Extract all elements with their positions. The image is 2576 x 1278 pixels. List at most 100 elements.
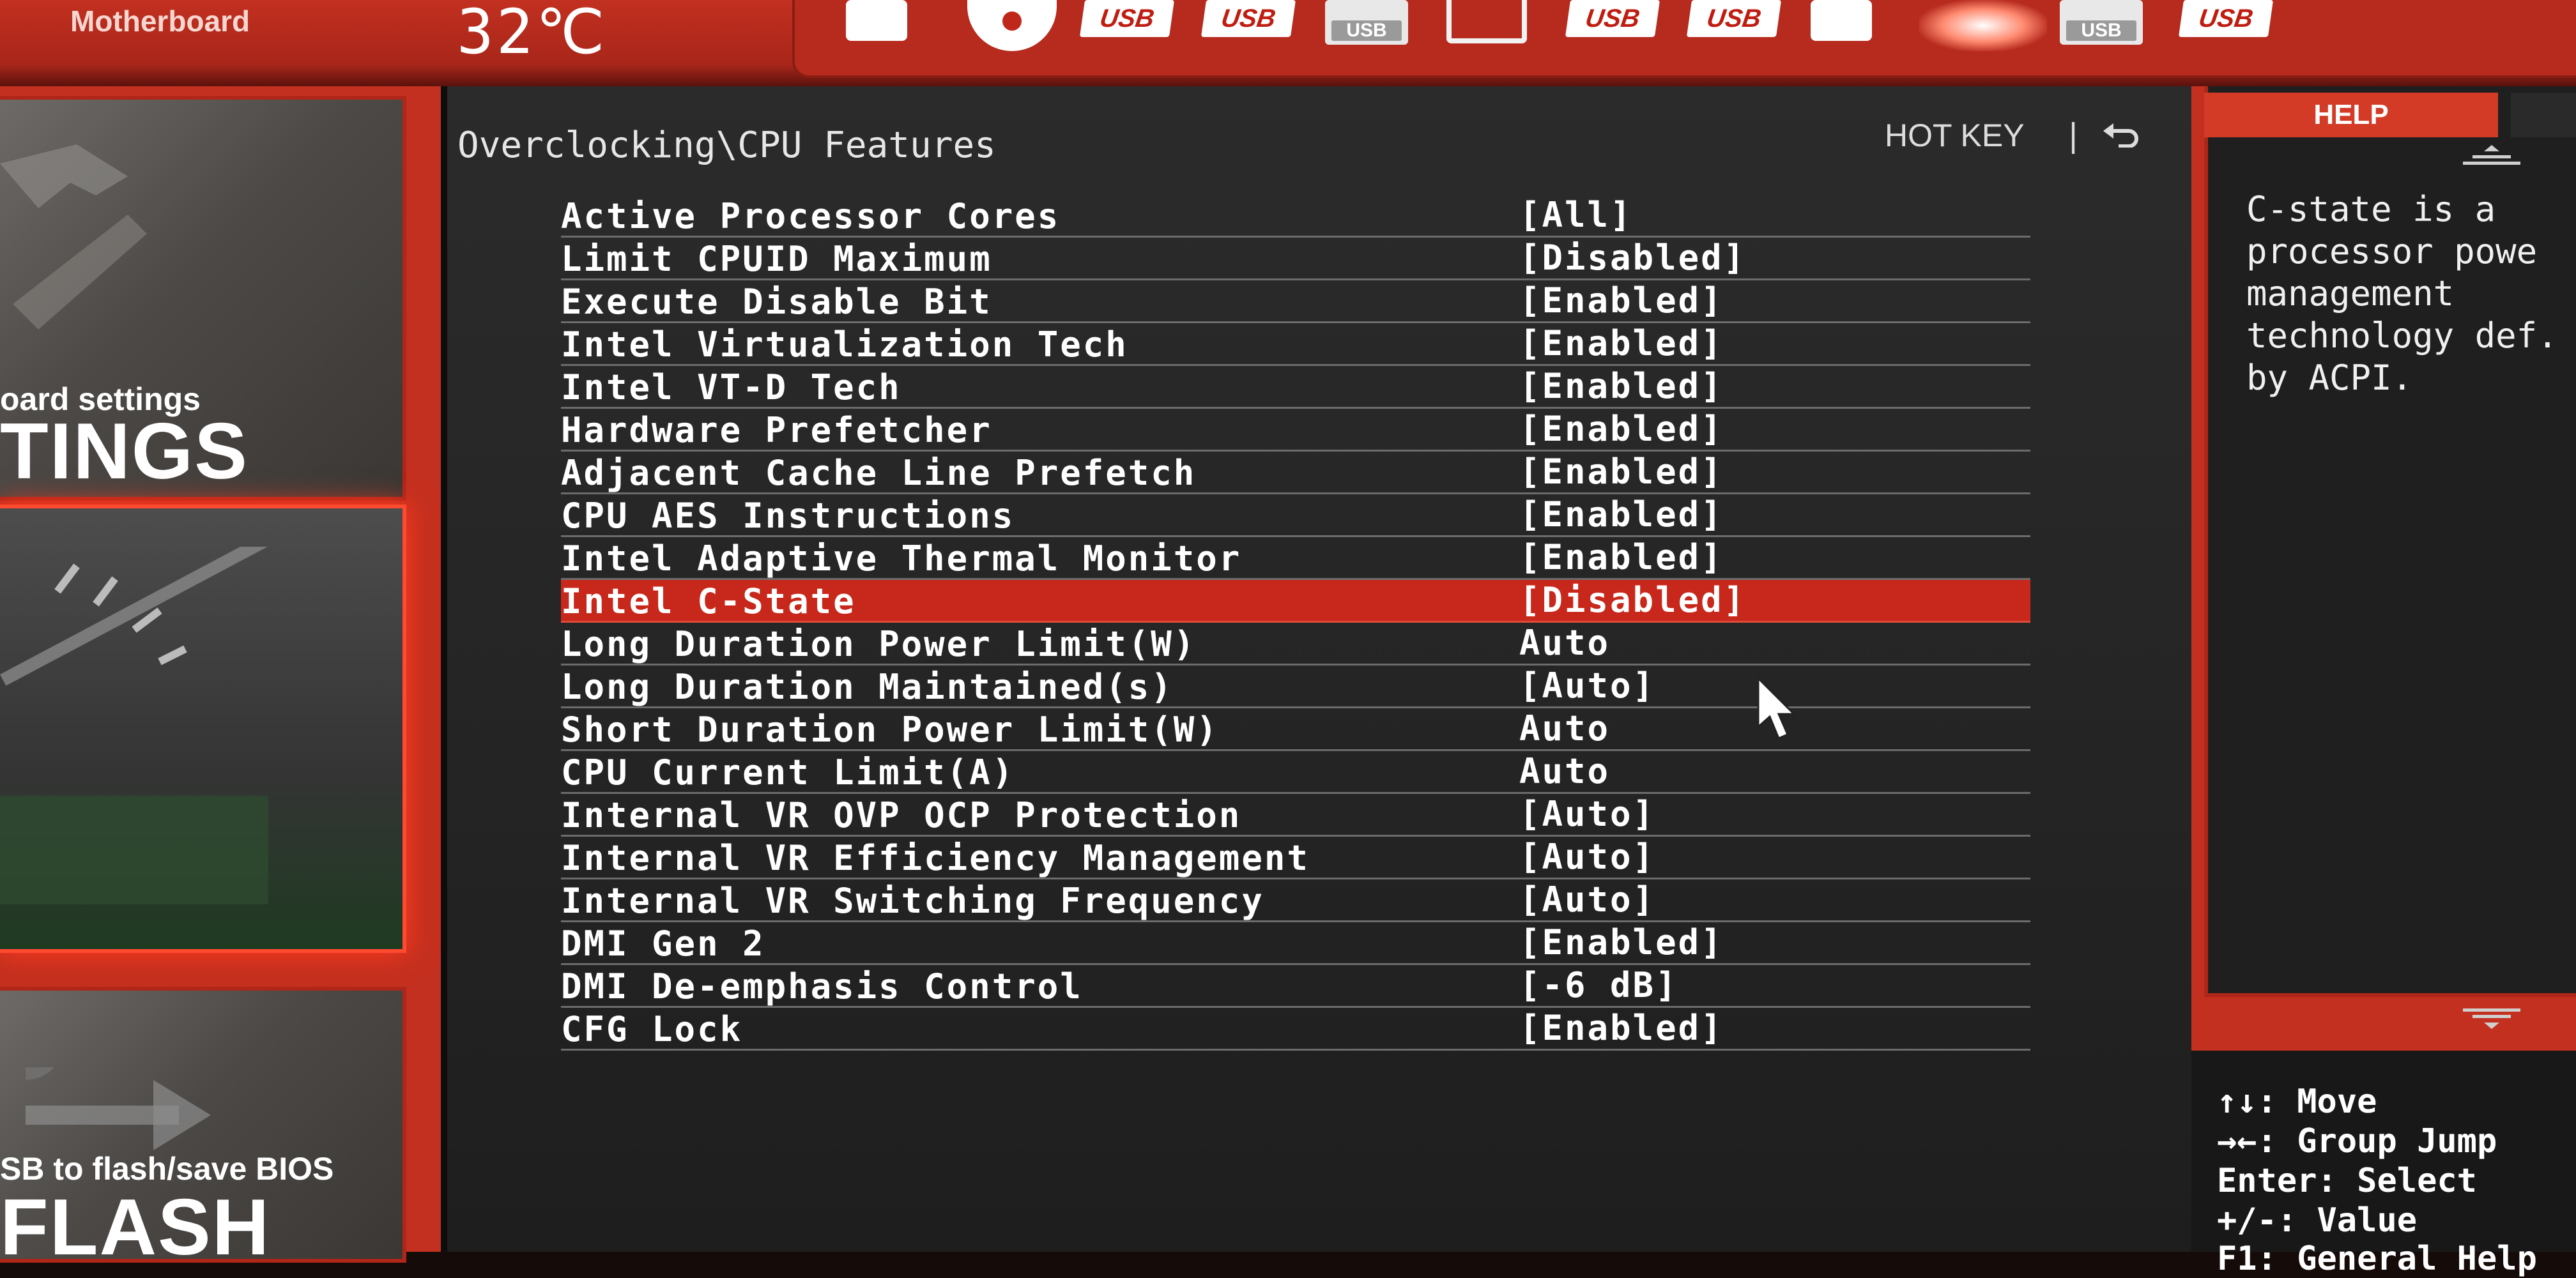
setting-row[interactable]: Execute Disable Bit [Enabled]	[561, 280, 2030, 323]
setting-value[interactable]: Auto	[1519, 623, 1610, 663]
setting-value[interactable]: [Enabled]	[1519, 280, 1724, 321]
help-text: C-state is a processor powe management t…	[2246, 189, 2558, 398]
key-value: +/-: Value	[2217, 1201, 2418, 1240]
setting-label: CPU Current Limit(A)	[561, 752, 1015, 793]
setting-row[interactable]: Intel Virtualization Tech [Enabled]	[561, 323, 2030, 366]
boot-device-card-icon[interactable]	[846, 0, 907, 41]
boot-device-usb-icon[interactable]: USB	[1686, 0, 1782, 37]
key-select: Enter: Select	[2217, 1162, 2477, 1200]
setting-value[interactable]: [-6 dB]	[1519, 965, 1678, 1005]
setting-label: Adjacent Cache Line Prefetch	[561, 453, 1197, 493]
boot-device-disc-icon[interactable]	[967, 0, 1057, 51]
temperature-readout: 32℃	[457, 0, 608, 68]
settings-tile[interactable]: oard settings TINGS	[0, 96, 406, 501]
boot-device-usb-icon[interactable]: USB	[2178, 0, 2274, 37]
setting-row[interactable]: DMI Gen 2 [Enabled]	[561, 922, 2030, 965]
key-group-jump: →←: Group Jump	[2217, 1122, 2497, 1160]
back-icon[interactable]	[2103, 122, 2139, 148]
setting-row[interactable]: Internal VR Switching Frequency [Auto]	[561, 879, 2030, 922]
setting-label: DMI De-emphasis Control	[561, 966, 1083, 1007]
settings-title: TINGS	[0, 407, 249, 496]
m-flash-tile[interactable]: SB to flash/save BIOS FLASH	[0, 987, 406, 1272]
setting-value[interactable]: [Enabled]	[1519, 409, 1724, 449]
breadcrumb: Overclocking\CPU Features	[457, 125, 996, 166]
top-bar: Motherboard 32℃ USB USB USB USB USB USB USB	[0, 0, 2576, 86]
setting-row[interactable]: Adjacent Cache Line Prefetch [Enabled]	[561, 452, 2030, 494]
setting-label: CFG Lock	[561, 1009, 743, 1049]
setting-value[interactable]: [Disabled]	[1519, 580, 1746, 620]
setting-label: Intel C-State	[561, 581, 856, 621]
setting-row[interactable]: Limit CPUID Maximum [Disabled]	[561, 238, 2030, 280]
setting-value[interactable]: [Auto]	[1519, 879, 1655, 920]
setting-label: Long Duration Power Limit(W)	[561, 624, 1197, 664]
setting-row[interactable]: CPU AES Instructions [Enabled]	[561, 494, 2030, 537]
setting-row[interactable]: Internal VR OVP OCP Protection [Auto]	[561, 794, 2030, 837]
key-move: ↑↓: Move	[2217, 1083, 2377, 1121]
setting-value[interactable]: [Enabled]	[1519, 452, 1724, 492]
boot-device-usb-box-icon[interactable]: USB	[1325, 0, 1408, 45]
usb-label: USB	[1331, 20, 1402, 41]
left-nav-panel: oard settings TINGS SB to flash/save BIO…	[0, 86, 441, 1272]
scroll-up-icon[interactable]	[2460, 142, 2524, 168]
setting-value[interactable]: [Enabled]	[1519, 366, 1724, 406]
setting-row[interactable]: CFG Lock [Enabled]	[561, 1008, 2030, 1051]
setting-value[interactable]: [All]	[1519, 195, 1633, 235]
tab-help[interactable]: HELP	[2204, 93, 2498, 137]
boot-priority-bar[interactable]: USB USB USB USB USB USB USB	[792, 0, 2576, 78]
setting-label: Short Duration Power Limit(W)	[561, 710, 1219, 750]
help-box: C-state is a processor powe management t…	[2204, 86, 2576, 997]
setting-value[interactable]: [Auto]	[1519, 794, 1655, 834]
oc-tile[interactable]	[0, 505, 406, 953]
hotkey-button[interactable]: HOT KEY	[1885, 117, 2025, 154]
setting-label: Long Duration Maintained(s)	[561, 667, 1174, 707]
setting-row[interactable]: Active Processor Cores [All]	[561, 195, 2030, 238]
setting-value[interactable]: [Enabled]	[1519, 537, 1724, 577]
setting-row[interactable]: Internal VR Efficiency Management [Auto]	[561, 837, 2030, 879]
settings-list: Active Processor Cores [All] Limit CPUID M…	[561, 195, 2030, 1051]
key-general-help: F1: General Help	[2217, 1240, 2537, 1278]
boot-device-usb-box-icon[interactable]: USB	[2060, 0, 2143, 45]
setting-row[interactable]: Intel C-State [Disabled]	[561, 580, 2030, 623]
help-panel: C-state is a processor powe management t…	[2191, 86, 2576, 1278]
setting-value[interactable]: [Enabled]	[1519, 1008, 1724, 1048]
scroll-down-icon[interactable]	[2460, 1006, 2524, 1031]
setting-value[interactable]: [Auto]	[1519, 666, 1655, 706]
setting-row[interactable]: Intel Adaptive Thermal Monitor [Enabled]	[561, 537, 2030, 580]
setting-label: Internal VR OVP OCP Protection	[561, 795, 1242, 835]
setting-value[interactable]: Auto	[1519, 751, 1610, 791]
boot-device-glow-icon[interactable]	[1919, 0, 2047, 51]
setting-label: Hardware Prefetcher	[561, 410, 992, 450]
setting-label: Intel Adaptive Thermal Monitor	[561, 538, 1242, 579]
setting-row[interactable]: CPU Current Limit(A) Auto	[561, 751, 2030, 794]
mouse-pointer-icon	[1757, 677, 1797, 740]
setting-label: Limit CPUID Maximum	[561, 239, 992, 279]
setting-label: DMI Gen 2	[561, 924, 765, 964]
setting-row[interactable]: Hardware Prefetcher [Enabled]	[561, 409, 2030, 452]
setting-label: Internal VR Switching Frequency	[561, 881, 1264, 921]
setting-value[interactable]: [Enabled]	[1519, 323, 1724, 363]
setting-label: CPU AES Instructions	[561, 496, 1015, 536]
setting-label: Active Processor Cores	[561, 196, 1061, 236]
tab-info[interactable]	[2511, 93, 2576, 137]
setting-label: Internal VR Efficiency Management	[561, 838, 1310, 878]
hotkey-separator: |	[2064, 117, 2083, 154]
setting-value[interactable]: Auto	[1519, 708, 1610, 749]
setting-row[interactable]: Short Duration Power Limit(W) Auto	[561, 708, 2030, 751]
setting-row[interactable]: Long Duration Maintained(s) [Auto]	[561, 666, 2030, 708]
key-legend: ↑↓: Move →←: Group Jump Enter: Select +/…	[2191, 1051, 2576, 1278]
setting-row[interactable]: Long Duration Power Limit(W) Auto	[561, 623, 2030, 666]
setting-value[interactable]: [Enabled]	[1519, 922, 1724, 962]
setting-value[interactable]: [Enabled]	[1519, 494, 1724, 535]
boot-device-hdd-icon[interactable]	[1446, 0, 1527, 43]
usb-label: USB	[2066, 20, 2136, 41]
boot-device-usb-icon[interactable]: USB	[1079, 0, 1175, 37]
boot-device-card-icon[interactable]	[1811, 0, 1872, 41]
boot-device-usb-icon[interactable]: USB	[1565, 0, 1660, 37]
setting-value[interactable]: [Disabled]	[1519, 238, 1746, 278]
boot-device-usb-icon[interactable]: USB	[1200, 0, 1296, 37]
setting-row[interactable]: Intel VT-D Tech [Enabled]	[561, 366, 2030, 409]
setting-label: Intel VT-D Tech	[561, 367, 901, 407]
setting-row[interactable]: DMI De-emphasis Control [-6 dB]	[561, 965, 2030, 1008]
setting-value[interactable]: [Auto]	[1519, 837, 1655, 877]
gauge-icon	[0, 547, 268, 904]
